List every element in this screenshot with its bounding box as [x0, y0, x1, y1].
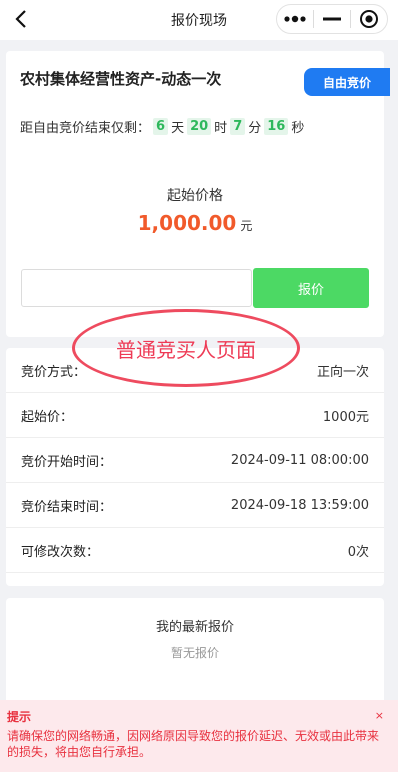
back-icon[interactable]	[6, 4, 36, 34]
detail-label: 竞价方式：	[21, 364, 87, 380]
detail-value: 2024-09-11 08:00:00	[230, 452, 369, 468]
start-price-unit: 元	[240, 219, 253, 233]
detail-value: 0次	[347, 544, 369, 560]
countdown-days-unit: 天	[171, 121, 185, 136]
submit-bid-button[interactable]: 报价	[253, 268, 369, 308]
countdown: 距自由竞价结束仅剩： 6 天 20 时 7 分 16 秒	[20, 117, 304, 136]
detail-label: 起始价：	[21, 409, 74, 425]
detail-row: 起始价： 1000元	[6, 393, 384, 438]
more-icon[interactable]	[277, 5, 313, 33]
detail-label: 竞价开始时间：	[21, 454, 113, 470]
countdown-minutes-unit: 分	[248, 121, 262, 136]
countdown-hours-unit: 时	[214, 121, 228, 136]
close-icon[interactable]: ×	[375, 709, 384, 722]
page-annotation-text: 普通竞买人页面	[116, 337, 256, 362]
minimize-icon[interactable]	[314, 5, 350, 33]
start-price-label: 起始价格	[167, 188, 223, 204]
asset-title: 农村集体经营性资产-动态一次	[20, 70, 222, 88]
notice-title: 提示	[7, 710, 32, 724]
detail-label: 竞价结束时间：	[21, 499, 113, 515]
notice-text: 请确保您的网络畅通，因网络原因导致您的报价延迟、无效或由此带来的损失，将由您自行…	[7, 729, 380, 759]
detail-row: 竞价开始时间： 2024-09-11 08:00:00	[6, 438, 384, 483]
no-bid-text: 暂无报价	[170, 646, 219, 660]
free-bidding-button[interactable]: 自由竞价	[304, 68, 390, 96]
detail-row: 可修改次数： 0次	[6, 528, 384, 573]
notice-banner: 提示 请确保您的网络畅通，因网络原因导致您的报价延迟、无效或由此带来的损失，将由…	[0, 700, 398, 772]
detail-value: 正向一次	[316, 364, 369, 380]
countdown-prefix: 距自由竞价结束仅剩：	[20, 121, 151, 136]
start-price: 1,000.00 元	[6, 211, 384, 235]
countdown-hours: 20	[187, 118, 212, 135]
page-title: 报价现场	[171, 13, 227, 29]
countdown-seconds: 16	[264, 118, 289, 135]
countdown-minutes: 7	[230, 118, 246, 135]
detail-value: 2024-09-18 13:59:00	[230, 497, 369, 513]
detail-row: 竞价结束时间： 2024-09-18 13:59:00	[6, 483, 384, 528]
countdown-seconds-unit: 秒	[291, 121, 305, 136]
bid-card: 农村集体经营性资产-动态一次 自由竞价 距自由竞价结束仅剩： 6 天 20 时 …	[6, 51, 390, 337]
detail-value: 1000元	[322, 409, 369, 425]
bid-amount-input[interactable]	[21, 269, 252, 307]
page-annotation-ellipse: 普通竞买人页面	[72, 309, 300, 387]
nav-bar: 报价现场	[0, 0, 398, 40]
mini-program-capsule	[276, 4, 388, 34]
latest-bid-title: 我的最新报价	[155, 620, 234, 635]
latest-bid-card: 我的最新报价 暂无报价	[6, 598, 384, 708]
close-target-icon[interactable]	[351, 5, 387, 33]
detail-label: 可修改次数：	[21, 544, 100, 560]
start-price-value: 1,000.00	[137, 211, 237, 235]
countdown-days: 6	[153, 118, 169, 135]
